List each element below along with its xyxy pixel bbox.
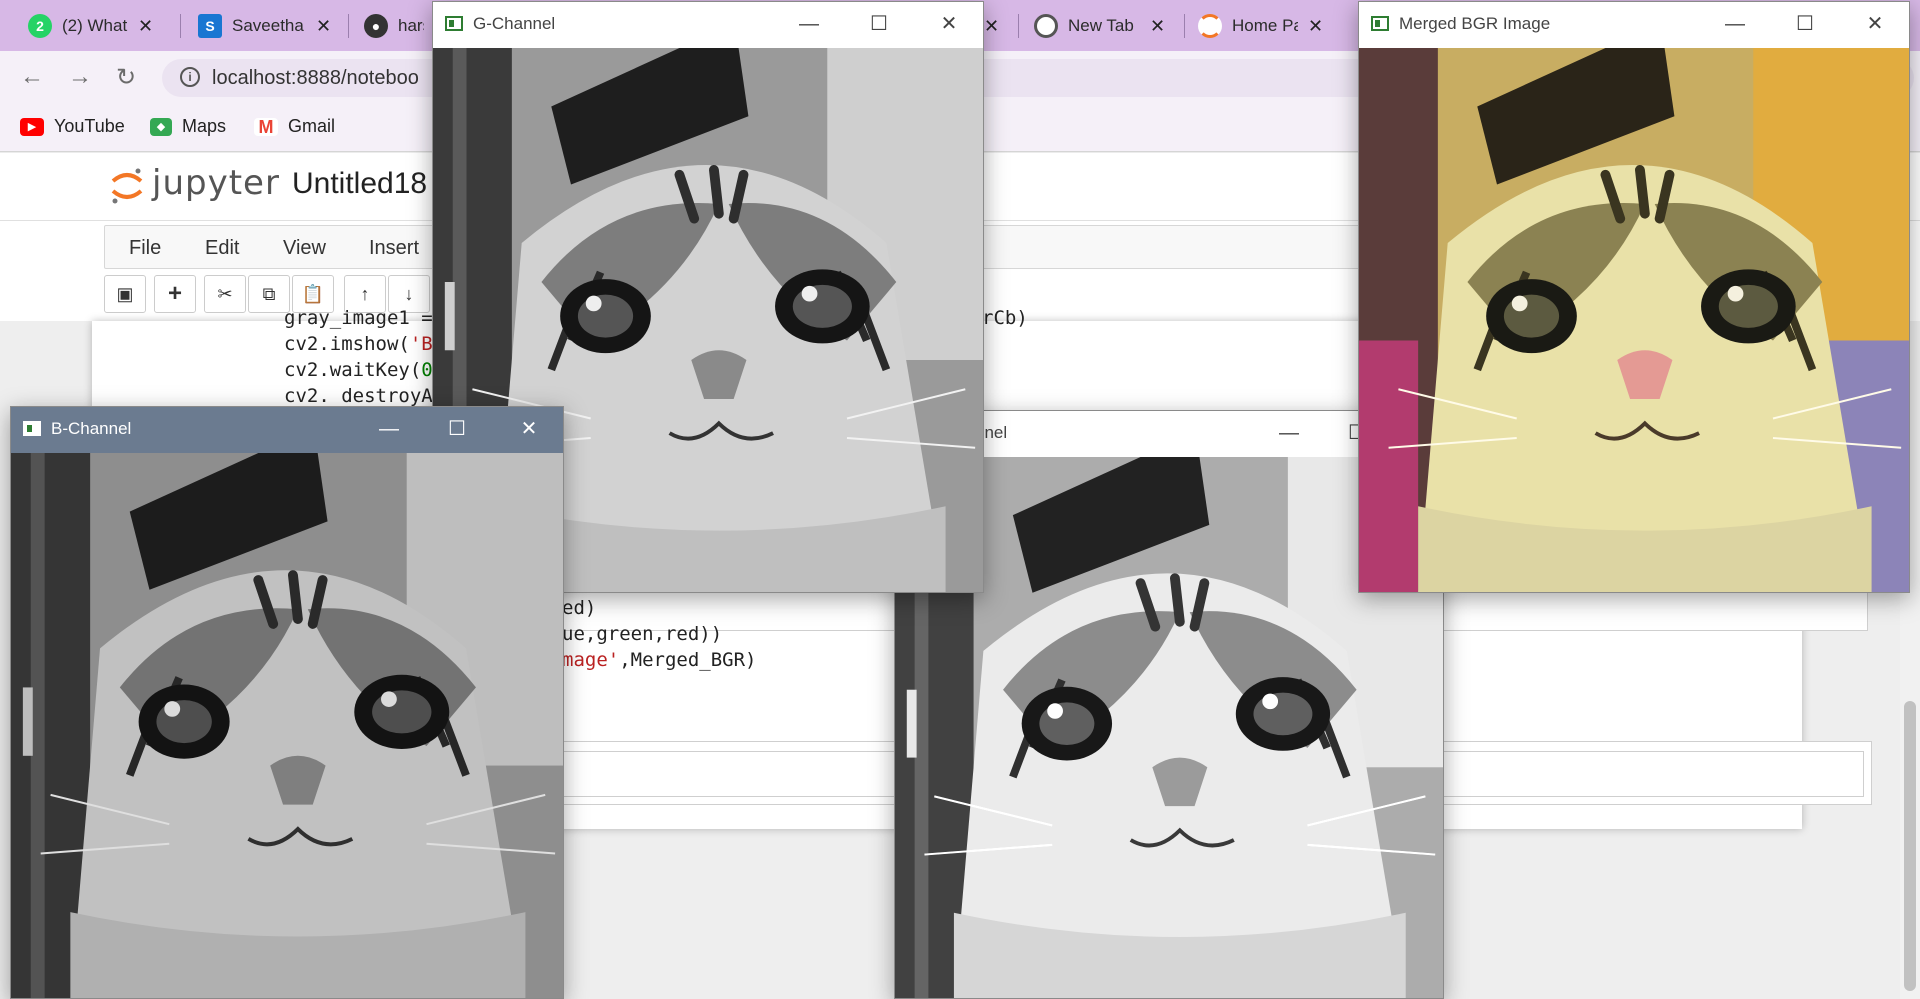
- opencv-window-icon: [23, 421, 41, 436]
- chrome-icon: [1034, 14, 1058, 38]
- tab-separator: [1184, 14, 1185, 38]
- menu-edit[interactable]: Edit: [205, 237, 239, 260]
- bookmark-maps[interactable]: ◆ Maps: [150, 116, 226, 137]
- window-title: Merged BGR Image: [1399, 14, 1551, 33]
- merged-bgr-image: [1359, 48, 1909, 592]
- close-icon[interactable]: ✕: [1150, 16, 1165, 37]
- code-line[interactable]: rCb): [982, 307, 1028, 329]
- window-title: B-Channel: [51, 419, 132, 438]
- minimize-icon[interactable]: —: [369, 415, 409, 443]
- tab-separator: [1018, 14, 1019, 38]
- github-icon: ●: [364, 14, 388, 38]
- tab-hidden-close[interactable]: ✕: [984, 9, 1004, 43]
- minimize-icon[interactable]: —: [1715, 10, 1755, 38]
- jupyter-icon: [1198, 14, 1222, 38]
- minimize-icon[interactable]: —: [789, 10, 829, 38]
- maximize-icon[interactable]: ☐: [859, 10, 899, 38]
- save-icon[interactable]: ▣: [104, 275, 146, 313]
- tab-title: (2) What: [62, 16, 128, 35]
- saveetha-icon: S: [198, 14, 222, 38]
- tab-separator: [348, 14, 349, 38]
- tab-title: New Tab: [1068, 16, 1134, 35]
- tab-new-tab[interactable]: New Tab ✕: [1034, 9, 1174, 43]
- window-titlebar[interactable]: B-Channel — ☐ ✕: [11, 407, 563, 453]
- minimize-icon[interactable]: —: [1269, 419, 1309, 447]
- jupyter-wordmark[interactable]: jupyter: [152, 163, 280, 203]
- add-cell-icon[interactable]: +: [154, 275, 196, 313]
- close-icon[interactable]: ✕: [509, 415, 549, 443]
- tab-title: hars: [398, 16, 424, 35]
- window-titlebar[interactable]: G-Channel — ☐ ✕: [433, 2, 983, 48]
- tab-separator: [180, 14, 181, 38]
- code-line[interactable]: gray_image1 =: [284, 307, 433, 329]
- tab-jupyter-home[interactable]: Home Pa ✕: [1198, 9, 1338, 43]
- menu-file[interactable]: File: [129, 237, 161, 260]
- whatsapp-icon: 2: [28, 14, 52, 38]
- reload-icon[interactable]: ↻: [116, 63, 136, 92]
- close-icon[interactable]: ✕: [316, 16, 331, 37]
- opencv-window-icon: [1371, 16, 1389, 31]
- close-icon[interactable]: ✕: [929, 10, 969, 38]
- site-info-icon[interactable]: i: [180, 67, 200, 87]
- gmail-icon: M: [254, 117, 278, 136]
- tab-github[interactable]: ● hars: [364, 9, 424, 43]
- code-line[interactable]: ed): [562, 597, 596, 619]
- cut-icon[interactable]: ✂: [204, 275, 246, 313]
- opencv-window-icon: [445, 16, 463, 31]
- code-line[interactable]: cv2.imshow('B: [284, 333, 433, 355]
- maximize-icon[interactable]: ☐: [437, 415, 477, 443]
- maps-icon: ◆: [150, 117, 172, 136]
- bookmark-label: YouTube: [54, 116, 125, 136]
- jupyter-logo-icon[interactable]: [110, 167, 144, 205]
- bookmark-youtube[interactable]: ▶ YouTube: [20, 116, 125, 137]
- forward-icon[interactable]: →: [68, 63, 92, 91]
- back-icon[interactable]: ←: [20, 63, 44, 91]
- desktop-screen: 2 (2) What ✕ S Saveetha ✕ ● hars ✕ New T…: [0, 0, 1920, 999]
- menu-view[interactable]: View: [283, 237, 326, 260]
- close-icon[interactable]: ✕: [1308, 16, 1323, 37]
- notebook-title[interactable]: Untitled18: [292, 167, 427, 201]
- code-line[interactable]: cv2. destroyA: [284, 385, 433, 407]
- window-b-channel[interactable]: B-Channel — ☐ ✕: [10, 406, 564, 999]
- maximize-icon[interactable]: ☐: [1785, 10, 1825, 38]
- bookmark-gmail[interactable]: M Gmail: [254, 116, 335, 137]
- tab-title: Saveetha: [232, 16, 304, 35]
- bookmark-label: Gmail: [288, 116, 336, 136]
- tab-whatsapp[interactable]: 2 (2) What ✕: [28, 9, 168, 43]
- menu-insert[interactable]: Insert: [369, 237, 419, 260]
- b-channel-image: [11, 453, 563, 998]
- code-line[interactable]: ue,green,red)): [562, 623, 722, 645]
- tab-title: Home Pa: [1232, 16, 1298, 35]
- scrollbar-thumb[interactable]: [1904, 701, 1916, 991]
- code-line[interactable]: mage',Merged_BGR): [562, 649, 756, 671]
- bookmark-label: Maps: [182, 116, 227, 136]
- close-icon[interactable]: ✕: [138, 16, 153, 37]
- window-title: G-Channel: [473, 14, 556, 33]
- code-line[interactable]: cv2.waitKey(0: [284, 359, 433, 381]
- tab-saveetha[interactable]: S Saveetha ✕: [198, 9, 338, 43]
- window-merged-bgr[interactable]: Merged BGR Image — ☐ ✕: [1358, 1, 1910, 593]
- url-text[interactable]: localhost:8888/noteboo: [212, 67, 419, 90]
- close-icon[interactable]: ✕: [1855, 10, 1895, 38]
- close-icon[interactable]: ✕: [984, 16, 999, 37]
- youtube-icon: ▶: [20, 117, 44, 136]
- window-titlebar[interactable]: Merged BGR Image — ☐ ✕: [1359, 2, 1909, 48]
